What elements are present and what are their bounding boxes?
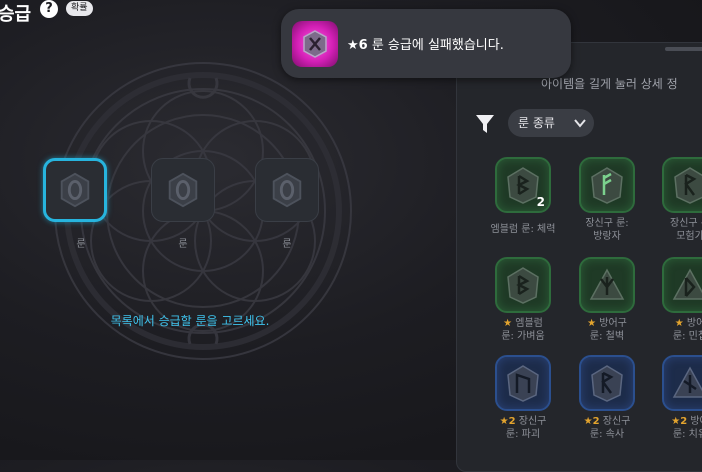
rune-item[interactable] — [662, 355, 702, 411]
empty-rune-icon — [168, 172, 198, 208]
rune-list-panel: 아이템을 길게 눌러 상세 정 룬 종류 2 엠블럼 룬: 체력 장신구 룬: 방… — [456, 42, 702, 472]
item-name: 장신구 룬: 방랑자 — [585, 218, 629, 242]
slot-label: 룬 — [76, 239, 86, 250]
rune-item[interactable]: 2 — [495, 157, 551, 213]
rune-stone-icon — [672, 366, 702, 398]
chevron-down-icon — [574, 119, 586, 128]
empty-rune-icon — [60, 172, 90, 208]
item-name: ★ 방어룬: 민첩 — [672, 318, 702, 342]
rune-slot-1[interactable] — [43, 158, 107, 222]
pink-rune-icon — [292, 21, 338, 67]
page-title: 승급 — [0, 4, 32, 25]
panel-hint: 아이템을 길게 눌러 상세 정 — [541, 77, 678, 91]
item-name: ★2 장신구 룬: 속사 — [583, 416, 631, 440]
slot-label: 룬 — [282, 239, 292, 250]
rune-item[interactable] — [495, 257, 551, 313]
rune-stone-icon — [672, 268, 702, 300]
rune-stone-icon — [591, 167, 623, 204]
dropdown-label: 룬 종류 — [518, 116, 555, 130]
probability-button[interactable]: 확률 — [66, 1, 93, 16]
toast-message: ★6 룬 승급에 실패했습니다. — [347, 38, 504, 53]
item-name: ★2 장신구 룬: 파괴 — [499, 416, 547, 440]
filter-icon[interactable] — [475, 113, 495, 135]
rune-glyph-icon — [303, 30, 327, 58]
help-icon[interactable]: ? — [40, 0, 58, 18]
rune-slot-2[interactable] — [151, 158, 215, 222]
rune-stone-icon — [589, 268, 625, 300]
rune-type-dropdown[interactable]: 룬 종류 — [508, 109, 594, 137]
rune-item[interactable] — [662, 157, 702, 213]
rune-item[interactable] — [579, 355, 635, 411]
rune-stone-icon — [591, 365, 623, 402]
rune-stone-icon — [507, 365, 539, 402]
item-count: 2 — [536, 195, 545, 209]
item-name: 엠블럼 룬: 체력 — [490, 224, 556, 235]
item-name: ★ 엠블럼 룬: 가벼움 — [501, 318, 545, 342]
slot-label: 룬 — [178, 239, 188, 250]
upgrade-result-toast: ★6 룬 승급에 실패했습니다. — [281, 9, 571, 78]
item-name: ★ 방어구 룬: 철벽 — [587, 318, 627, 342]
empty-rune-icon — [272, 172, 302, 208]
item-name: 장신구 룬모험가 — [670, 218, 702, 242]
instruction-text: 목록에서 승급할 룬을 고르세요. — [110, 314, 270, 328]
rune-slot-3[interactable] — [255, 158, 319, 222]
rune-stone-icon — [507, 267, 539, 304]
rune-stone-icon — [674, 167, 702, 204]
panel-handle[interactable] — [665, 47, 702, 51]
item-name: ★2 방어룬: 치유 — [671, 416, 702, 440]
rune-item[interactable] — [662, 257, 702, 313]
rune-item[interactable] — [579, 257, 635, 313]
rune-item[interactable] — [579, 157, 635, 213]
rune-item[interactable] — [495, 355, 551, 411]
